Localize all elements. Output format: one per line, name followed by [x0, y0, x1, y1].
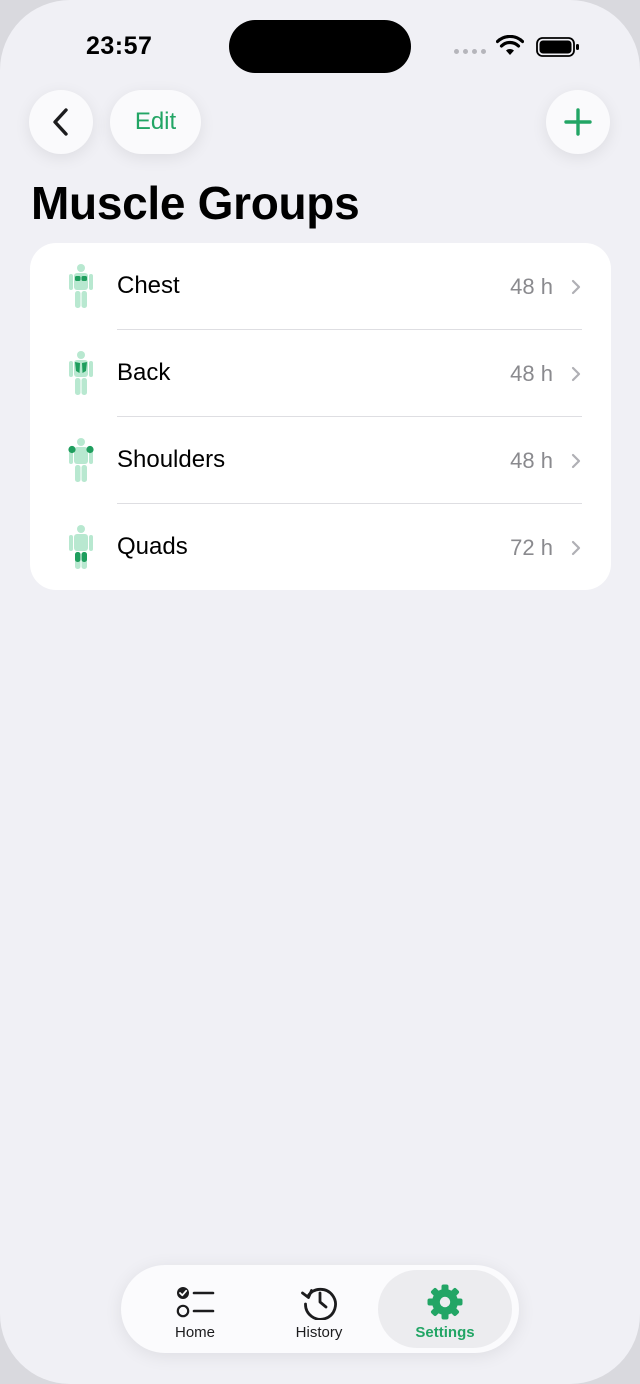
muscle-group-name: Chest [117, 272, 180, 299]
wifi-icon [496, 35, 524, 55]
status-time: 23:57 [86, 32, 153, 60]
page-title: Muscle Groups [31, 177, 360, 229]
recovery-time: 48 h [510, 448, 553, 473]
tab-settings[interactable]: Settings [378, 1270, 512, 1348]
edit-button[interactable]: Edit [110, 90, 201, 154]
body-quads-icon [69, 525, 93, 569]
history-icon [301, 1287, 337, 1320]
add-button[interactable] [546, 90, 610, 154]
recovery-time: 72 h [510, 535, 553, 560]
gear-icon [427, 1284, 463, 1320]
list-item-shoulders[interactable]: Shoulders 48 h [30, 417, 611, 504]
recovery-time: 48 h [510, 361, 553, 386]
cellular-signal-icon [454, 49, 486, 54]
tab-home[interactable]: Home [128, 1270, 262, 1348]
list-item-back[interactable]: Back 48 h [30, 330, 611, 417]
back-button[interactable] [29, 90, 93, 154]
muscle-group-name: Back [117, 359, 171, 386]
tab-bar: Home History Settings [121, 1265, 519, 1353]
muscle-group-name: Quads [117, 533, 188, 560]
recovery-time: 48 h [510, 274, 553, 299]
tab-history[interactable]: History [252, 1270, 386, 1348]
list-item-quads[interactable]: Quads 72 h [30, 504, 611, 590]
chevron-right-icon [571, 453, 581, 469]
list-item-chest[interactable]: Chest 48 h [30, 243, 611, 330]
phone-screen: 23:57 Edit Muscle Groups Chest 48 h Back… [0, 0, 640, 1384]
plus-icon [564, 108, 592, 136]
chevron-right-icon [571, 540, 581, 556]
muscle-group-name: Shoulders [117, 446, 226, 473]
chevron-right-icon [571, 279, 581, 295]
body-shoulders-icon [68, 438, 94, 482]
chevron-right-icon [571, 366, 581, 382]
tab-history-label: History [295, 1324, 343, 1341]
checklist-icon [176, 1287, 215, 1318]
dynamic-island [229, 20, 411, 73]
body-back-icon [69, 351, 93, 395]
chevron-left-icon [53, 108, 68, 136]
tab-home-label: Home [174, 1324, 215, 1341]
muscle-group-list: Chest 48 h Back 48 h Shoulders 48 h Quad… [30, 243, 611, 590]
body-chest-icon [69, 264, 93, 308]
tab-settings-label: Settings [415, 1324, 475, 1341]
status-bar: 23:57 [0, 0, 640, 90]
battery-icon [536, 37, 579, 57]
